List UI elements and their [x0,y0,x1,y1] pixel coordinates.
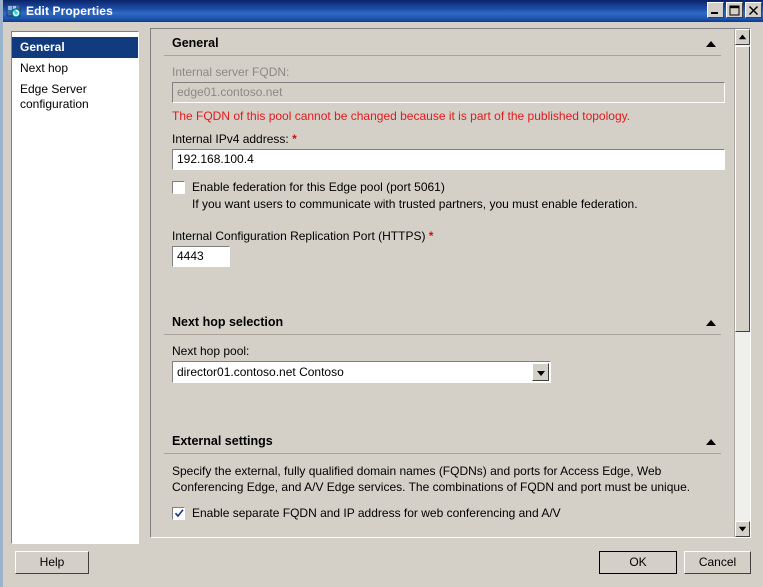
sidebar-item-label: General [20,40,65,54]
chevron-up-icon[interactable] [704,38,718,48]
separate-fqdn-checkbox-row[interactable]: Enable separate FQDN and IP address for … [172,495,713,521]
next-hop-pool-value: director01.contoso.net Contoso [177,365,344,379]
internal-ipv4-input[interactable]: 192.168.100.4 [172,149,725,170]
navigation-tree[interactable]: General Next hop Edge Server configurati… [11,31,139,544]
internal-ipv4-label-text: Internal IPv4 address: [172,132,289,146]
triangle-down-icon[interactable] [735,521,750,537]
next-hop-pool-label: Next hop pool: [172,344,250,358]
sidebar-item-general[interactable]: General [12,37,138,58]
chevron-up-icon[interactable] [704,436,718,446]
vertical-scrollbar[interactable] [734,29,750,537]
server-properties-icon [6,3,22,19]
section-header-next-hop[interactable]: Next hop selection [164,308,721,335]
cancel-button[interactable]: Cancel [684,551,751,574]
ok-button[interactable]: OK [599,551,677,574]
maximize-button[interactable] [726,2,743,18]
edit-properties-dialog: Edit Properties General Next hop Edge Se… [0,0,763,587]
sidebar-item-edge-server-configuration-line2[interactable]: configuration [12,97,138,115]
sidebar-item-edge-server-configuration[interactable]: Edge Server [12,79,138,97]
close-button[interactable] [745,2,762,18]
internal-fqdn-label: Internal server FQDN: [172,65,290,79]
next-hop-fields: Next hop pool: director01.contoso.net Co… [164,335,721,383]
general-fields: Internal server FQDN: edge01.contoso.net… [164,56,725,267]
sidebar-item-label: Next hop [20,61,69,75]
window-title: Edit Properties [26,4,113,18]
separate-fqdn-checkbox[interactable] [172,507,185,520]
chevron-up-icon[interactable] [704,317,718,327]
help-button[interactable]: Help [15,551,89,574]
separate-fqdn-checkbox-label: Enable separate FQDN and IP address for … [192,506,561,520]
triangle-up-icon[interactable] [735,29,750,45]
minimize-button[interactable] [707,2,724,18]
sidebar-item-label: configuration [20,97,89,111]
replication-port-label: Internal Configuration Replication Port … [172,212,713,246]
internal-fqdn-input: edge01.contoso.net [172,82,725,103]
external-settings-description: Specify the external, fully qualified do… [172,464,691,494]
settings-panel: General Internal server FQDN: edge01.con… [150,28,751,538]
required-asterisk: * [428,229,434,243]
replication-port-input[interactable]: 4443 [172,246,230,267]
section-title: Next hop selection [172,315,284,329]
federation-checkbox[interactable] [172,181,185,194]
next-hop-pool-select[interactable]: director01.contoso.net Contoso [172,361,551,383]
fqdn-error-message: The FQDN of this pool cannot be changed … [172,109,631,123]
federation-checkbox-label: Enable federation for this Edge pool (po… [192,180,445,194]
scroll-thumb[interactable] [735,46,750,332]
sidebar-item-label: Edge Server [20,82,87,96]
sidebar-item-next-hop[interactable]: Next hop [12,58,138,79]
window-controls [707,2,762,18]
required-asterisk: * [292,132,297,146]
federation-checkbox-row[interactable]: Enable federation for this Edge pool (po… [172,170,713,195]
title-bar[interactable]: Edit Properties [3,0,763,22]
settings-scroll-content: General Internal server FQDN: edge01.con… [151,29,734,537]
internal-ipv4-label: Internal IPv4 address: * [172,123,713,149]
dialog-client-area: General Next hop Edge Server configurati… [3,22,763,587]
external-settings-fields: Specify the external, fully qualified do… [164,454,721,521]
section-header-external-settings[interactable]: External settings [164,427,721,454]
federation-hint: If you want users to communicate with tr… [192,197,638,211]
section-title: General [172,36,219,50]
chevron-down-icon[interactable] [532,363,549,381]
replication-port-label-text: Internal Configuration Replication Port … [172,229,426,243]
section-title: External settings [172,434,273,448]
section-header-general[interactable]: General [164,29,721,56]
